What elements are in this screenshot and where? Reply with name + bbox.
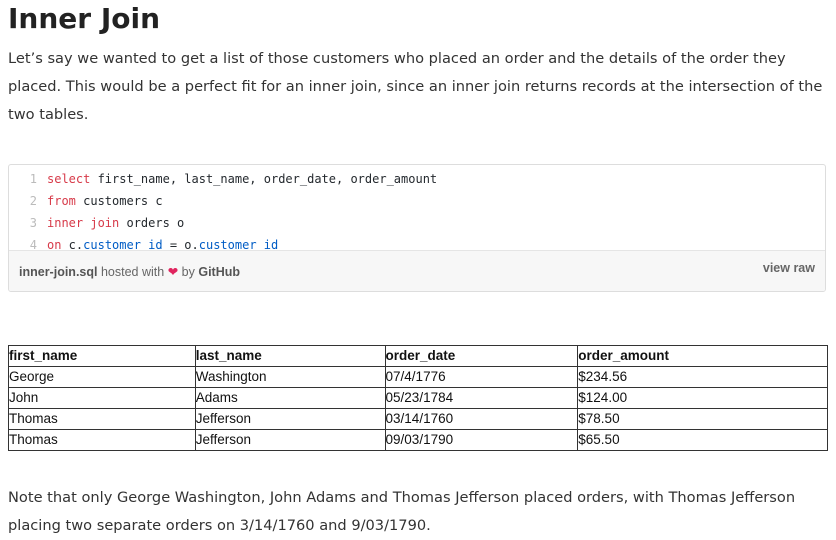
sql-keyword: from [47,194,76,208]
table-cell: 05/23/1784 [384,387,579,409]
line-number: 2 [29,194,37,208]
code-line: 3 inner join orders o [9,212,825,234]
table-header-row: first_name last_name order_date order_am… [8,345,828,367]
line-number: 3 [29,216,37,230]
sql-keyword: select [47,172,91,186]
code-block: 1 select first_name, last_name, order_dat… [9,165,825,256]
article-page: Inner Join Let’s say we wanted to get a … [0,0,836,539]
table-cell: John [8,387,196,409]
by-text: by [181,265,195,279]
table-row: Thomas Jefferson 09/03/1790 $65.50 [8,429,828,451]
table-cell: George [8,366,196,388]
code-gist: 1 select first_name, last_name, order_dat… [8,164,826,292]
column-header: order_date [384,345,579,367]
heart-icon: ❤ [167,265,179,279]
gist-filename-link[interactable]: inner-join.sql [19,265,97,279]
github-link[interactable]: GitHub [198,265,240,279]
results-table: first_name last_name order_date order_am… [8,345,828,451]
table-cell: Thomas [8,429,196,451]
gist-meta-bar: inner-join.sql hosted with ❤ by GitHub v… [9,250,825,291]
column-header: order_amount [577,345,828,367]
sql-text: orders o [119,216,185,230]
intro-paragraph: Let’s say we wanted to get a list of tho… [8,50,823,123]
table-cell: Washington [194,366,386,388]
table-row: Thomas Jefferson 03/14/1760 $78.50 [8,408,828,430]
table-row: John Adams 05/23/1784 $124.00 [8,387,828,409]
section-title: Inner Join [8,2,161,35]
table-cell: Thomas [8,408,196,430]
table-cell: 03/14/1760 [384,408,579,430]
table-cell: 07/4/1776 [384,366,579,388]
table-row: George Washington 07/4/1776 $234.56 [8,366,828,388]
table-body: George Washington 07/4/1776 $234.56 John Adam… [8,366,828,451]
code-line: 2 from customers c [9,190,825,212]
sql-keyword: inner join [47,216,120,230]
sql-text: first_name, last_name, order_date, order… [90,172,438,186]
note-paragraph: Note that only George Washington, John A… [8,489,796,534]
table-cell: Jefferson [194,408,386,430]
table-cell: $65.50 [577,429,828,451]
column-header: last_name [194,345,386,367]
table-cell: 09/03/1790 [384,429,579,451]
line-number: 1 [29,172,37,186]
column-header: first_name [8,345,196,367]
view-raw-link[interactable]: view raw [763,261,815,275]
code-line: 1 select first_name, last_name, order_dat… [9,168,825,190]
table-cell: $234.56 [577,366,828,388]
hosted-with-text: hosted with [100,265,165,279]
table-cell: Jefferson [194,429,386,451]
table-cell: Adams [194,387,386,409]
table-cell: $78.50 [577,408,828,430]
sql-text: customers c [75,194,163,208]
gist-meta-info: inner-join.sql hosted with ❤ by GitHub [19,264,240,279]
table-cell: $124.00 [577,387,828,409]
